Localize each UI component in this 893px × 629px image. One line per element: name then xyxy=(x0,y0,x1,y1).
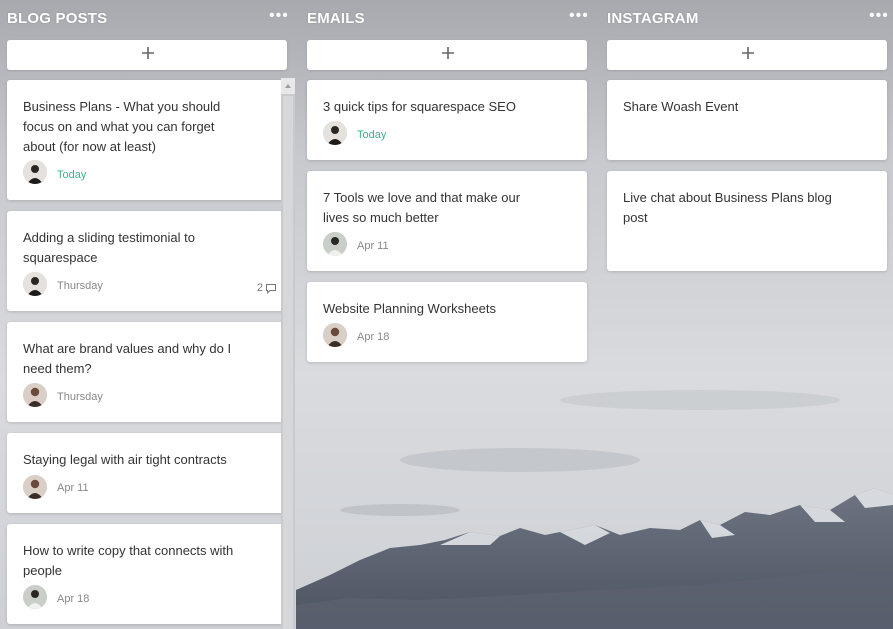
card-title: Adding a sliding testimonial to squaresp… xyxy=(23,230,195,265)
scroll-up-arrow-icon xyxy=(285,84,291,88)
avatar xyxy=(23,475,47,499)
plus-icon xyxy=(142,47,154,59)
card-title: Share Woash Event xyxy=(623,99,739,114)
card-title: Staying legal with air tight contracts xyxy=(23,452,227,467)
card-title: How to write copy that connects with peo… xyxy=(23,543,234,578)
avatar xyxy=(23,272,47,296)
card[interactable]: 7 Tools we love and that make our lives … xyxy=(307,171,587,271)
more-horizontal-icon[interactable]: ••• xyxy=(269,6,288,26)
card-date: Today xyxy=(357,129,387,141)
more-horizontal-icon[interactable]: ••• xyxy=(869,6,888,26)
card-date: Today xyxy=(57,169,87,181)
column-title: INSTAGRAM xyxy=(607,10,699,27)
card-title: 7 Tools we love and that make our lives … xyxy=(323,190,521,225)
avatar xyxy=(23,383,47,407)
card-title: Business Plans - What you should focus o… xyxy=(23,99,221,154)
card[interactable]: Business Plans - What you should focus o… xyxy=(7,80,287,200)
scrollbar-thumb[interactable] xyxy=(283,96,293,629)
comment-icon xyxy=(266,283,276,294)
avatar xyxy=(323,323,347,347)
avatar xyxy=(323,121,347,145)
more-horizontal-icon[interactable]: ••• xyxy=(569,6,588,26)
column-title: EMAILS xyxy=(307,10,365,27)
comment-count-value: 2 xyxy=(256,282,263,294)
card[interactable]: Website Planning Worksheets Apr 18 xyxy=(307,282,587,362)
add-card-button[interactable] xyxy=(307,40,587,70)
card[interactable]: Staying legal with air tight contracts A… xyxy=(7,433,287,513)
column-scrollbar[interactable] xyxy=(281,78,295,629)
avatar xyxy=(23,160,47,184)
card[interactable]: Share Woash Event xyxy=(607,80,887,160)
card-title: 3 quick tips for squarespace SEO xyxy=(323,99,516,114)
add-card-button[interactable] xyxy=(7,40,287,70)
column-title: BLOG POSTS xyxy=(7,10,108,27)
card-date: Apr 11 xyxy=(357,240,389,252)
card-title: Live chat about Business Plans blog post xyxy=(623,190,832,225)
comment-count[interactable]: 2 xyxy=(257,282,277,294)
card[interactable]: Adding a sliding testimonial to squaresp… xyxy=(7,211,287,311)
card-date: Thursday xyxy=(57,280,103,292)
card[interactable]: 3 quick tips for squarespace SEO Today xyxy=(307,80,587,160)
card[interactable]: What are brand values and why do I need … xyxy=(7,322,287,422)
plus-icon xyxy=(742,47,754,59)
card-title: What are brand values and why do I need … xyxy=(23,341,232,376)
card[interactable]: Live chat about Business Plans blog post xyxy=(607,171,887,271)
card-date: Thursday xyxy=(57,391,103,403)
scroll-up-button[interactable] xyxy=(281,78,295,94)
plus-icon xyxy=(442,47,454,59)
column-header: EMAILS ••• xyxy=(307,7,588,32)
avatar xyxy=(323,232,347,256)
add-card-button[interactable] xyxy=(607,40,887,70)
card-date: Apr 18 xyxy=(357,331,390,343)
card-date: Apr 11 xyxy=(57,482,89,494)
column-header: BLOG POSTS ••• xyxy=(7,7,288,32)
card[interactable]: How to write copy that connects with peo… xyxy=(7,524,287,624)
card-date: Apr 18 xyxy=(57,593,90,605)
card-title: Website Planning Worksheets xyxy=(323,301,496,316)
avatar xyxy=(23,585,47,609)
column-header: INSTAGRAM ••• xyxy=(607,7,888,32)
